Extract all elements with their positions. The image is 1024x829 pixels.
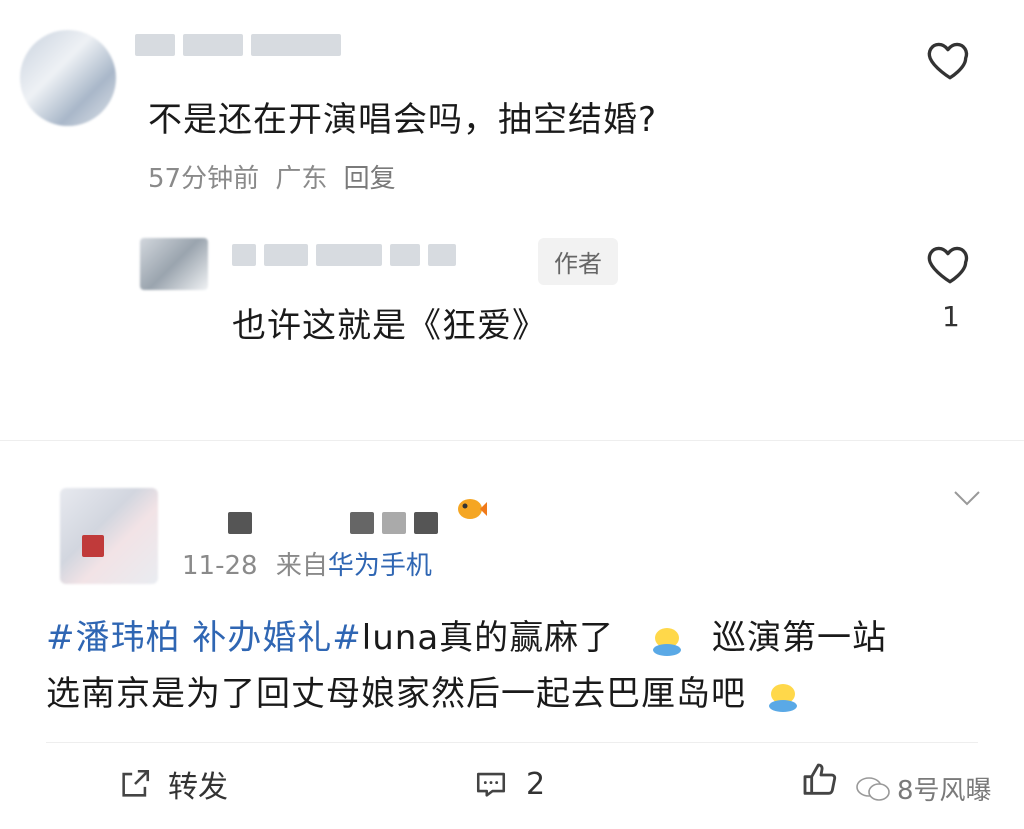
post-menu-chevron[interactable]	[952, 488, 982, 508]
comment-icon	[476, 772, 506, 797]
reply-like-count: 1	[942, 300, 960, 333]
section-divider	[0, 440, 1024, 441]
post-source-prefix: 来自	[275, 551, 328, 581]
author-badge: 作者	[538, 238, 618, 285]
like-button[interactable]	[925, 34, 975, 84]
comment-meta: 57分钟前 广东 回复	[148, 158, 396, 195]
chevron-down-icon	[954, 491, 980, 506]
poster-avatar[interactable]	[60, 488, 158, 584]
like-post-button[interactable]	[800, 760, 840, 804]
poster-name-blurred[interactable]	[228, 512, 468, 538]
topic-hashtag[interactable]: #潘玮柏 补办婚礼#	[46, 618, 362, 658]
post-source-device[interactable]: 华为手机	[328, 551, 432, 581]
thumbs-up-icon	[803, 763, 837, 795]
comment-text: 不是还在开演唱会吗，抽空结婚?	[148, 100, 658, 140]
post-text-2: 巡演第一站	[712, 618, 887, 658]
commenter-name-blurred[interactable]	[135, 34, 355, 60]
share-icon	[122, 769, 150, 797]
watermark: 8号风曝	[855, 770, 992, 807]
fish-badge-icon	[456, 494, 488, 522]
comment-count: 2	[526, 766, 546, 802]
post-body-line1: #潘玮柏 补办婚礼#luna真的赢麻了 巡演第一站	[46, 610, 887, 659]
repost-label: 转发	[168, 770, 228, 805]
repost-button[interactable]: 转发	[118, 766, 228, 805]
heart-icon	[927, 42, 969, 80]
watermark-text: 8号风曝	[897, 776, 992, 806]
wechat-icon	[856, 776, 890, 801]
reply-link[interactable]: 回复	[344, 164, 396, 194]
reply-text: 也许这就是《狂爱》	[232, 306, 547, 346]
emoji-icon	[766, 681, 800, 712]
action-bar-divider	[46, 742, 978, 743]
heart-icon	[927, 246, 969, 284]
commenter-avatar[interactable]	[20, 30, 116, 126]
post-meta: 11-28 来自华为手机	[182, 545, 432, 582]
post-text-1: luna真的赢麻了	[361, 618, 615, 658]
comment-button[interactable]: 2	[474, 766, 545, 802]
comment-time: 57分钟前	[148, 164, 260, 194]
post-body-line2: 选南京是为了回丈母娘家然后一起去巴厘岛吧	[46, 666, 800, 715]
comment-location: 广东	[275, 164, 328, 194]
reply-like-button[interactable]	[925, 238, 975, 288]
post-text-3: 选南京是为了回丈母娘家然后一起去巴厘岛吧	[46, 674, 746, 714]
author-avatar[interactable]	[140, 238, 208, 290]
author-name-blurred[interactable]	[232, 244, 532, 270]
post-date: 11-28	[182, 551, 258, 581]
poster-avatar-accent	[82, 535, 104, 557]
emoji-icon	[650, 625, 684, 656]
